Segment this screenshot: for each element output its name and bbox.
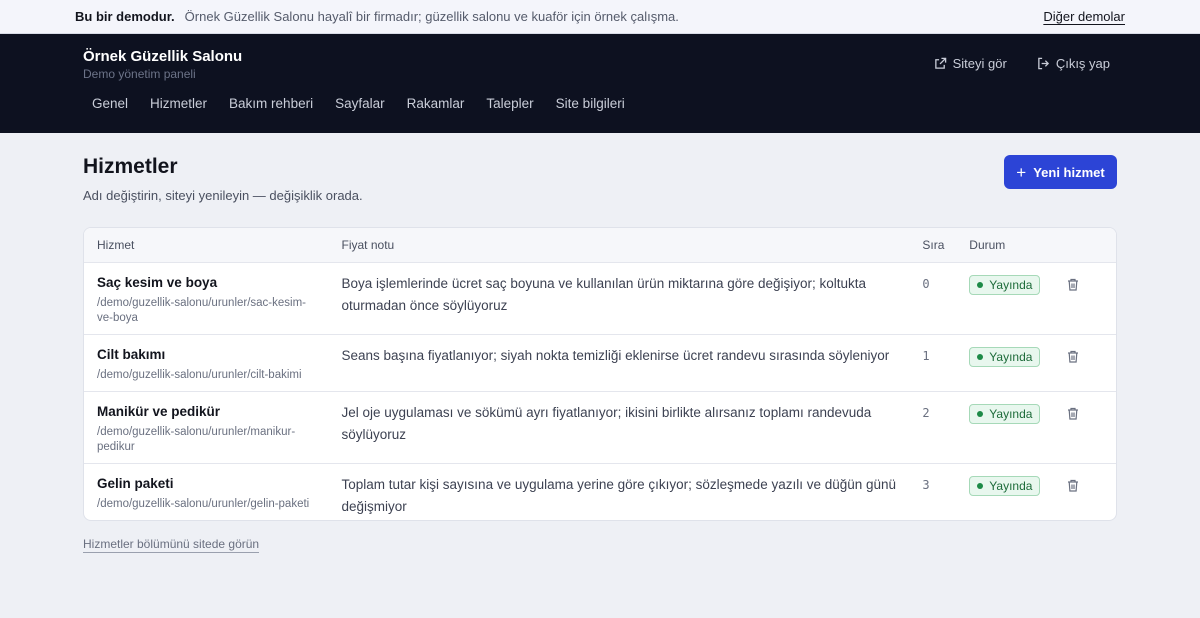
- trash-icon[interactable]: [1067, 278, 1079, 291]
- column-header-status: Durum: [969, 238, 1006, 252]
- plus-icon: +: [1016, 162, 1027, 182]
- brand: Örnek Güzellik Salonu Demo yönetim panel…: [83, 48, 242, 81]
- table-row[interactable]: Gelin paketi /demo/guzellik-salonu/urunl…: [84, 464, 1116, 520]
- service-slug: /demo/guzellik-salonu/urunler/sac-kesim-…: [97, 297, 306, 324]
- nav-item-hizmetler[interactable]: Hizmetler: [141, 96, 216, 111]
- table-row[interactable]: Saç kesim ve boya /demo/guzellik-salonu/…: [84, 263, 1116, 335]
- service-slug: /demo/guzellik-salonu/urunler/gelin-pake…: [97, 497, 310, 510]
- service-name[interactable]: Saç kesim ve boya: [97, 275, 342, 290]
- service-order: 2: [922, 405, 930, 420]
- status-label: Yayında: [989, 406, 1033, 421]
- view-services-on-site-link[interactable]: Hizmetler bölümünü sitede görün: [83, 537, 260, 553]
- trash-icon[interactable]: [1067, 407, 1079, 420]
- status-label: Yayında: [989, 349, 1033, 364]
- nav-item-bakim-rehberi[interactable]: Bakım rehberi: [220, 96, 322, 111]
- service-order: 3: [922, 477, 930, 492]
- demo-banner-title: Bu bir demodur.: [75, 9, 175, 24]
- column-header-price-note: Fiyat notu: [341, 238, 395, 252]
- nav-item-genel[interactable]: Genel: [83, 96, 137, 111]
- new-service-button[interactable]: + Yeni hizmet: [1004, 155, 1117, 189]
- service-order: 1: [922, 348, 930, 363]
- service-name[interactable]: Manikür ve pedikür: [97, 404, 342, 419]
- status-dot-icon: [977, 410, 984, 417]
- page-subtitle: Adı değiştirin, siteyi yenileyin — değiş…: [83, 188, 363, 203]
- header-actions: Siteyi gör Çıkış yap: [934, 56, 1110, 71]
- admin-header: Örnek Güzellik Salonu Demo yönetim panel…: [0, 34, 1200, 133]
- column-header-service: Hizmet: [97, 238, 135, 252]
- status-label: Yayında: [989, 278, 1033, 292]
- service-price-note: Toplam tutar kişi sayısına ve uygulama y…: [341, 476, 897, 514]
- service-price-note: Boya işlemlerinde ücret saç boyuna ve ku…: [341, 276, 867, 313]
- new-service-label: Yeni hizmet: [1033, 164, 1105, 180]
- trash-icon[interactable]: [1067, 479, 1079, 492]
- table-header: Hizmet Fiyat notu Sıra Durum: [84, 228, 1116, 263]
- nav-item-rakamlar[interactable]: Rakamlar: [398, 96, 474, 111]
- service-slug: /demo/guzellik-salonu/urunler/manikur-pe…: [97, 425, 296, 453]
- main-content: Hizmetler Adı değiştirin, siteyi yeniley…: [0, 133, 1200, 553]
- nav-item-sayfalar[interactable]: Sayfalar: [326, 96, 394, 111]
- status-label: Yayında: [989, 478, 1033, 493]
- view-site-link[interactable]: Siteyi gör: [934, 56, 1007, 71]
- nav-item-site-bilgileri[interactable]: Site bilgileri: [547, 96, 634, 111]
- column-header-order: Sıra: [922, 238, 945, 252]
- status-dot-icon: [977, 482, 984, 489]
- external-link-icon: [934, 57, 946, 69]
- service-price-note: Seans başına fiyatlanıyor; siyah nokta t…: [341, 347, 890, 363]
- service-price-note: Jel oje uygulaması ve sökümü ayrı fiyatl…: [341, 404, 872, 442]
- site-title: Örnek Güzellik Salonu: [83, 48, 243, 65]
- trash-icon[interactable]: [1067, 350, 1079, 363]
- service-order: 0: [922, 277, 930, 291]
- other-demos-link[interactable]: Diğer demolar: [1043, 9, 1125, 24]
- table-row[interactable]: Manikür ve pedikür /demo/guzellik-salonu…: [84, 392, 1116, 464]
- logout-label: Çıkış yap: [1055, 56, 1110, 71]
- demo-banner: Bu bir demodur. Örnek Güzellik Salonu ha…: [0, 0, 1200, 34]
- page-title: Hizmetler: [83, 155, 178, 178]
- service-name[interactable]: Cilt bakımı: [97, 347, 342, 362]
- status-dot-icon: [977, 282, 984, 288]
- service-name[interactable]: Gelin paketi: [97, 476, 342, 491]
- logout-link[interactable]: Çıkış yap: [1037, 56, 1110, 71]
- demo-banner-description: Örnek Güzellik Salonu hayalî bir firmadı…: [184, 9, 679, 24]
- services-table: Hizmet Fiyat notu Sıra Durum Saç kesim v…: [83, 227, 1117, 521]
- panel-subtitle: Demo yönetim paneli: [83, 67, 196, 81]
- status-badge[interactable]: Yayında: [969, 275, 1041, 295]
- logout-icon: [1038, 57, 1049, 70]
- status-badge[interactable]: Yayında: [969, 346, 1041, 367]
- view-site-label: Siteyi gör: [952, 56, 1007, 71]
- status-badge[interactable]: Yayında: [969, 475, 1041, 496]
- table-row[interactable]: Cilt bakımı /demo/guzellik-salonu/urunle…: [84, 335, 1116, 392]
- nav-item-talepler[interactable]: Talepler: [477, 96, 542, 111]
- main-nav: Genel Hizmetler Bakım rehberi Sayfalar R…: [83, 96, 638, 111]
- service-slug: /demo/guzellik-salonu/urunler/cilt-bakim…: [97, 368, 302, 381]
- status-badge[interactable]: Yayında: [969, 403, 1041, 424]
- status-dot-icon: [977, 353, 984, 360]
